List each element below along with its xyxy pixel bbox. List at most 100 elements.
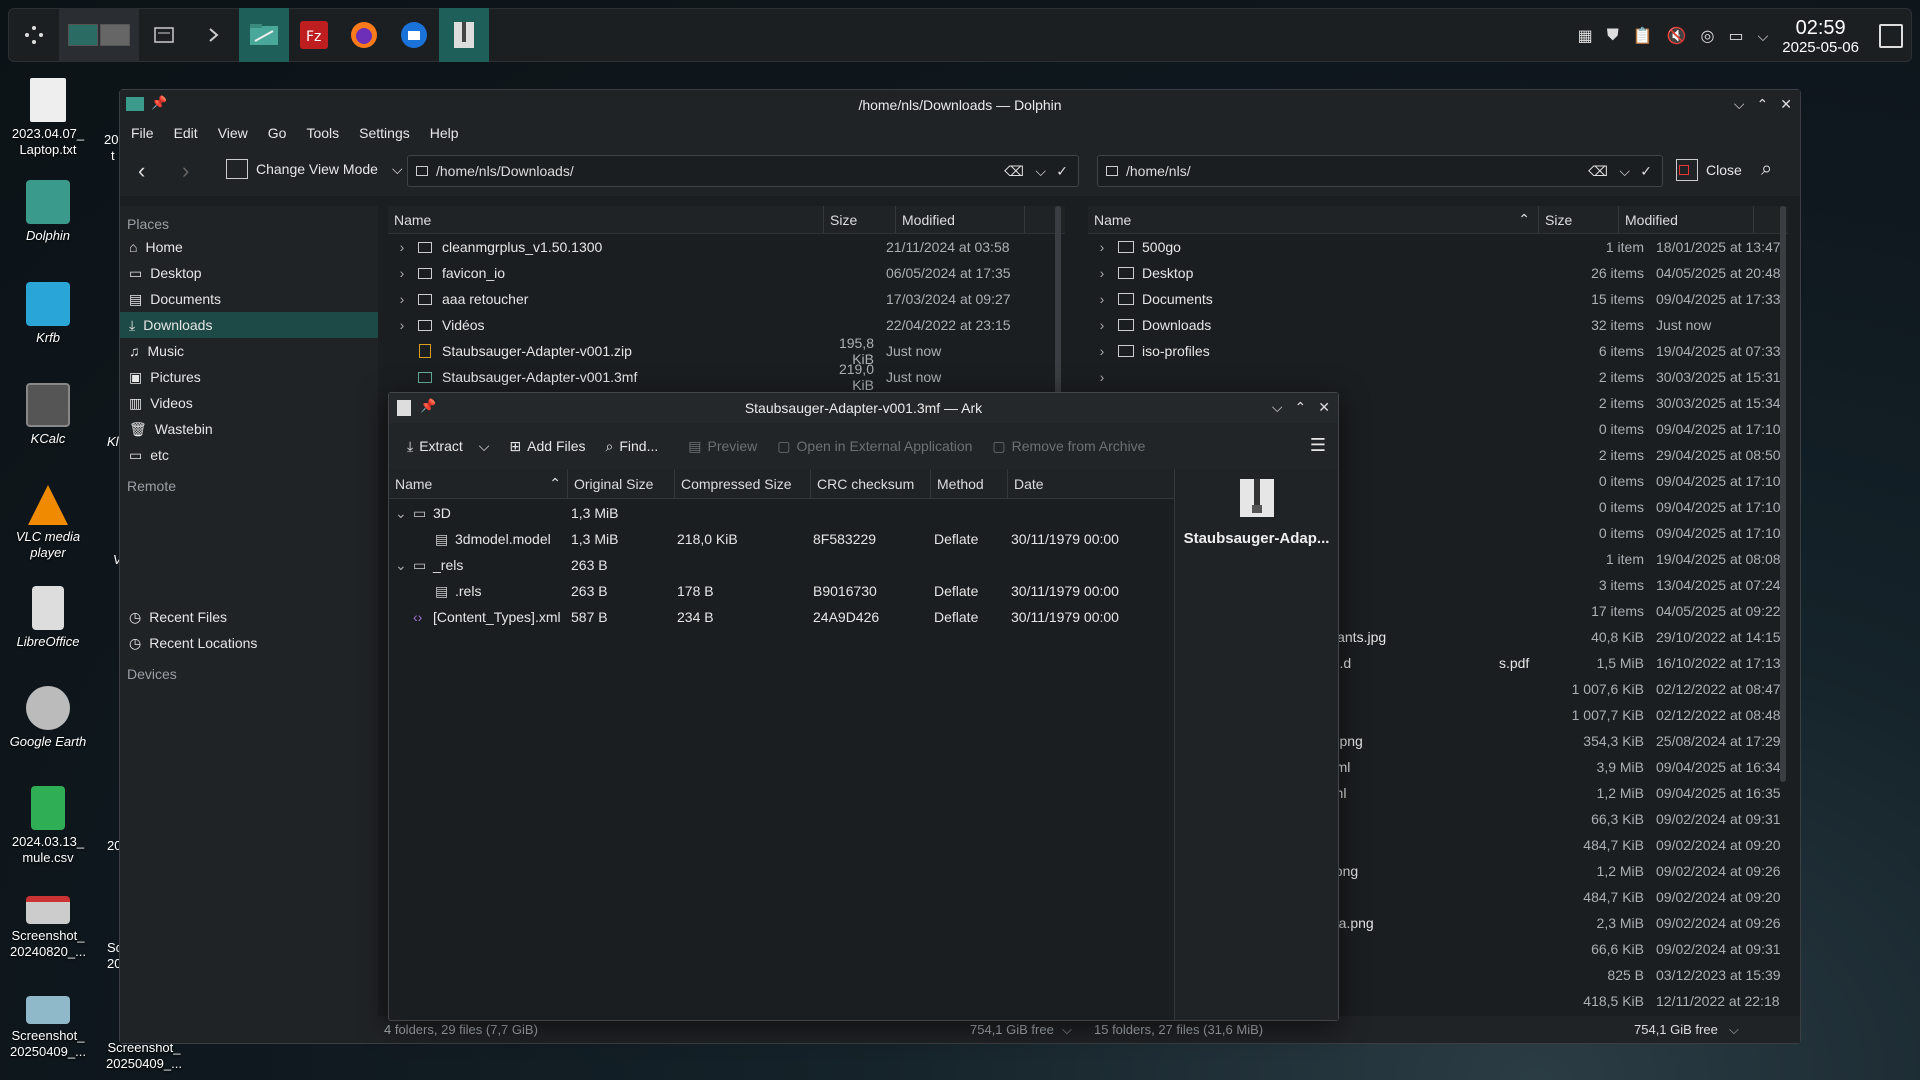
clock[interactable]: 02:59 2025-05-06	[1782, 18, 1859, 55]
chevron-down-icon[interactable]: ⌵	[1062, 1022, 1072, 1038]
grid-icon[interactable]: ▦	[1578, 26, 1593, 46]
pager-desktop-2[interactable]	[100, 24, 130, 46]
expand-arrow-icon[interactable]: ⌄	[395, 505, 407, 522]
extract-button[interactable]: ⤓ Extract ⌵	[401, 430, 495, 462]
places-item-wastebin[interactable]: 🗑 Wastebin	[120, 416, 378, 442]
places-item-pictures[interactable]: ▣ Pictures	[120, 364, 378, 390]
chevron-down-icon[interactable]: ⌵	[1035, 163, 1046, 180]
file-row[interactable]: › Desktop 26 items 04/05/2025 at 20:48	[1088, 260, 1788, 286]
expand-arrow-icon[interactable]: ›	[388, 317, 410, 333]
archive-row[interactable]: ⌄ ▭ _rels 263 B	[389, 552, 1174, 578]
expand-arrow-icon[interactable]: ›	[1088, 239, 1110, 255]
left-location-bar[interactable]: /home/nls/Downloads/ ⌫ ⌵ ✓	[407, 155, 1079, 187]
clear-icon[interactable]: ⌫	[1004, 163, 1024, 180]
places-item-etc[interactable]: ▭ etc	[120, 442, 378, 468]
search-icon[interactable]: ⌕	[1761, 158, 1772, 181]
display-icon[interactable]: ▭	[1729, 26, 1744, 46]
desktop-icon-libreoffice[interactable]: LibreOffice	[3, 586, 93, 650]
filezilla-button[interactable]: Fz	[289, 8, 339, 62]
menu-file[interactable]: File	[131, 125, 154, 141]
menu-go[interactable]: Go	[268, 125, 287, 141]
column-name[interactable]: Name ⌃	[1088, 206, 1539, 233]
expand-arrow-icon[interactable]: ›	[1088, 369, 1110, 385]
archive-row[interactable]: ▤ .rels 263 B 178 B B9016730 Deflate 30/11/197…	[389, 578, 1174, 604]
places-item-documents[interactable]: ▤ Documents	[120, 286, 378, 312]
archive-row[interactable]: ‹› [Content_Types].xml 587 B 234 B 24A9D426 D…	[389, 604, 1174, 630]
file-row[interactable]: › cleanmgrplus_v1.50.1300 21/11/2024 at 03…	[388, 234, 1065, 260]
column-size[interactable]: Size	[824, 206, 896, 233]
desktop-icon-dolphin[interactable]: Dolphin	[3, 180, 93, 244]
file-row[interactable]: › favicon_io 06/05/2024 at 17:35	[388, 260, 1065, 286]
file-row[interactable]: › aaa retoucher 17/03/2024 at 09:27	[388, 286, 1065, 312]
add-files-button[interactable]: ⊞ Add Files	[503, 430, 591, 462]
desktop-icon-screenshot-2[interactable]: Screenshot_ 20250409_...	[3, 996, 93, 1060]
dolphin-taskbar-button[interactable]	[239, 8, 289, 62]
find-button[interactable]: ⌕ Find...	[600, 430, 665, 462]
shield-icon[interactable]: ⛊	[1607, 27, 1619, 45]
left-free-space[interactable]: 754,1 GiB free	[970, 1022, 1054, 1037]
places-item-videos[interactable]: ▥ Videos	[120, 390, 378, 416]
places-item-recent-files[interactable]: ◷ Recent Files	[120, 604, 378, 630]
file-row[interactable]: › Downloads 32 items Just now	[1088, 312, 1788, 338]
archive-row[interactable]: ⌄ ▭ 3D 1,3 MiB	[389, 500, 1174, 526]
change-view-mode-button[interactable]: Change View Mode ⌵	[226, 159, 403, 179]
remove-from-archive-button[interactable]: ▢ Remove from Archive	[986, 430, 1151, 462]
menu-help[interactable]: Help	[430, 125, 459, 141]
pin-icon[interactable]: 📌	[420, 398, 436, 414]
maximize-button[interactable]: ⌃	[1757, 96, 1769, 113]
column-modified[interactable]: Modified	[896, 206, 1025, 233]
expand-arrow-icon[interactable]: ›	[1088, 317, 1110, 333]
checkmark-icon[interactable]: ✓	[1056, 163, 1068, 180]
desktop-icon-krfb[interactable]: Krfb	[3, 282, 93, 346]
ark-taskbar-button[interactable]	[439, 8, 489, 62]
clear-icon[interactable]: ⌫	[1588, 163, 1608, 180]
firefox-button[interactable]	[339, 8, 389, 62]
desktop-icon-kcalc[interactable]: KCalc	[3, 383, 93, 447]
column-date[interactable]: Date	[1008, 469, 1174, 498]
desktop-icon-mule-csv[interactable]: 2024.03.13_ mule.csv	[3, 786, 93, 866]
places-item-desktop[interactable]: ▭ Desktop	[120, 260, 378, 286]
right-location-bar[interactable]: /home/nls/ ⌫ ⌵ ✓	[1097, 155, 1663, 187]
places-item-downloads[interactable]: ⤓ Downloads	[120, 312, 378, 338]
menu-edit[interactable]: Edit	[174, 125, 198, 141]
places-item-recent-locations[interactable]: ◷ Recent Locations	[120, 630, 378, 656]
pager-desktop-1[interactable]	[68, 24, 98, 46]
desktop-icon-screenshot-1[interactable]: Screenshot_ 20240820_...	[3, 896, 93, 960]
file-row[interactable]: › 2 items 30/03/2025 at 15:31	[1088, 364, 1788, 390]
pager-button[interactable]	[59, 8, 139, 62]
column-size[interactable]: Size	[1539, 206, 1619, 233]
ark-titlebar[interactable]: 📌 Staubsauger-Adapter-v001.3mf — Ark ⌵ ⌃…	[389, 393, 1338, 423]
file-row[interactable]: › Vidéos 22/04/2022 at 23:15	[388, 312, 1065, 338]
maximize-button[interactable]: ⌃	[1295, 399, 1307, 416]
expand-arrow-icon[interactable]: ›	[1088, 343, 1110, 359]
show-desktop-button[interactable]	[1879, 24, 1903, 48]
chevron-down-icon[interactable]: ⌵	[479, 438, 490, 455]
file-row[interactable]: › Documents 15 items 09/04/2025 at 17:33	[1088, 286, 1788, 312]
file-row[interactable]: Staubsauger-Adapter-v001.3mf 219,0 KiB Jus…	[388, 361, 1065, 393]
file-row[interactable]: › iso-profiles 6 items 19/04/2025 at 07:33	[1088, 338, 1788, 364]
checkmark-icon[interactable]: ✓	[1640, 163, 1652, 180]
chevron-down-icon[interactable]: ⌵	[1729, 1022, 1739, 1038]
volume-muted-icon[interactable]: 🔇	[1667, 26, 1687, 46]
close-split-button[interactable]: Close	[1676, 159, 1742, 181]
back-button[interactable]: ‹	[138, 158, 145, 184]
places-item-home[interactable]: ⌂ Home	[120, 234, 378, 260]
menu-view[interactable]: View	[218, 125, 248, 141]
expand-arrow-icon[interactable]: ›	[388, 265, 410, 281]
archive-row[interactable]: ▤ 3dmodel.model 1,3 MiB 218,0 KiB 8F583229 De…	[389, 526, 1174, 552]
menu-tools[interactable]: Tools	[306, 125, 339, 141]
expand-arrow-icon[interactable]: ›	[388, 239, 410, 255]
expand-arrow-icon[interactable]: ›	[1088, 291, 1110, 307]
pin-icon[interactable]: 📌	[151, 95, 167, 111]
forward-button[interactable]: ›	[182, 158, 189, 184]
column-modified[interactable]: Modified	[1619, 206, 1754, 233]
column-name[interactable]: Name ⌃	[389, 469, 568, 498]
column-compressed-size[interactable]: Compressed Size	[675, 469, 811, 498]
file-row[interactable]: › 500go 1 item 18/01/2025 at 13:47	[1088, 234, 1788, 260]
system-monitor-button[interactable]	[139, 8, 189, 62]
thunderbird-button[interactable]	[389, 8, 439, 62]
hamburger-menu-icon[interactable]: ☰	[1310, 435, 1326, 456]
app-launcher-button[interactable]	[9, 8, 59, 62]
desktop-icon-laptop-txt[interactable]: 2023.04.07_ Laptop.txt	[3, 78, 93, 158]
column-original-size[interactable]: Original Size	[568, 469, 675, 498]
